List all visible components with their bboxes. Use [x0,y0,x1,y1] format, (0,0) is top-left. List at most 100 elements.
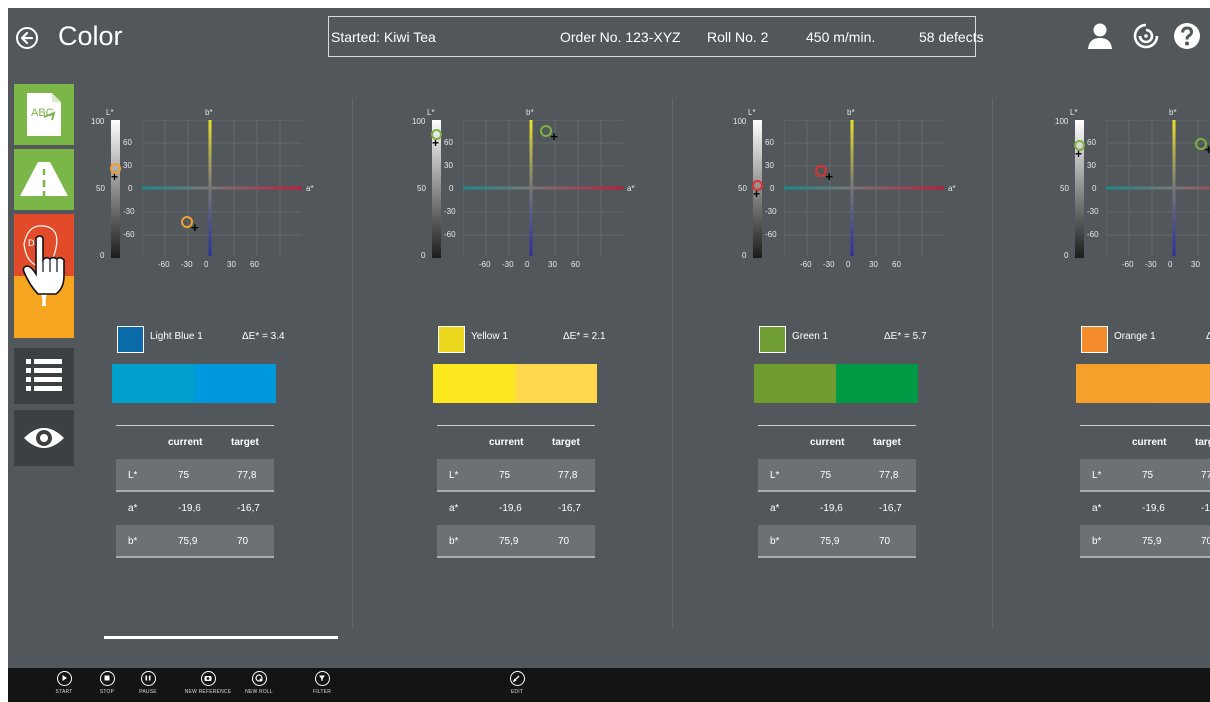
back-button[interactable] [16,27,38,49]
color-comparison-bar [112,364,276,403]
table-header: current target [437,426,595,459]
user-icon[interactable] [1086,22,1114,55]
sync-icon[interactable] [1132,22,1160,55]
current-value: 75,9 [499,536,519,547]
target-lightness-cross-icon: + [1075,146,1083,161]
target-cross-icon: + [825,169,833,185]
a-tick-label: 0 [204,260,209,269]
b-axis-label: b* [205,108,213,117]
target-cross-icon: + [550,129,558,145]
new-roll-button[interactable]: NEW ROLL [229,671,289,695]
a-tick-label: 30 [869,260,878,269]
a-tick-label: -30 [502,260,514,269]
b-tick-label: -60 [765,230,777,239]
ab-plot: a*-60-3003060+ [1105,119,1210,269]
edit-button[interactable]: EDIT [487,671,547,695]
a-axis-label: a* [627,184,635,193]
current-header: current [489,437,524,448]
b-scale: 60 30 0 -30 -60 [120,120,136,260]
a-tick-label: 30 [227,260,236,269]
l-axis-label: L* [106,108,114,117]
l-scale-mid: 50 [1060,184,1069,193]
help-icon[interactable] [1173,22,1201,55]
l-scale-bottom: 0 [1064,251,1069,260]
delta-e-value: ΔE* = 5.7 [884,331,927,342]
b-tick-label: 30 [444,161,453,170]
table-row: a* -19,6 -16,7 [116,492,274,525]
target-color-bar [194,364,276,403]
table-row: a* -19,6 -16,7 [1080,492,1210,525]
a-axis-label: a* [306,184,314,193]
target-value: 70 [237,536,249,547]
b-tick-label: 30 [765,161,774,170]
table-header: current target [116,426,274,459]
current-color-bar [754,364,836,403]
pause-button[interactable]: PAUSE [118,671,178,695]
table-header: current target [758,426,916,459]
color-name: Green 1 [792,331,829,342]
a-axis-label: a* [948,184,956,193]
target-value: 70 [1201,536,1210,547]
b-tick-label: -30 [123,207,135,216]
b-tick-label: -30 [1087,207,1099,216]
b-scale: 60 30 0 -30 -60 [441,120,457,260]
b-tick-label: -60 [123,230,135,239]
l-axis-label: L* [748,108,756,117]
target-header: target [1195,437,1210,448]
filter-button[interactable]: FILTER [292,671,352,695]
row-label: b* [449,536,459,547]
a-tick-label: -30 [823,260,835,269]
a-tick-label: -60 [479,260,491,269]
color-panel: L* 100 50 0 60300-30-60 b* a*-60-3003060… [329,108,649,668]
current-value: 75 [1142,470,1154,481]
header-icons [1080,22,1210,52]
a-tick-label: 30 [548,260,557,269]
a-tick-label: 0 [1168,260,1173,269]
roll-number: Roll No. 2 [707,29,769,45]
row-label: L* [770,470,780,481]
l-axis-label: L* [1070,108,1078,117]
pause-icon [140,671,156,686]
ab-plot: a*-60-3003060+ [141,119,314,269]
color-swatch [1081,326,1108,353]
horizontal-scroll-indicator[interactable] [104,636,338,639]
lab-values-table: current target L* 75 77,8 a* -19,6 -16,7… [116,425,274,558]
a-tick-label: -60 [158,260,170,269]
target-value: 77,8 [237,470,257,481]
target-color-bar [836,364,918,403]
row-label: a* [1092,503,1102,514]
target-value: 70 [879,536,891,547]
a-tick-label: 60 [892,260,901,269]
current-color-bar [433,364,515,403]
current-value: 75 [499,470,511,481]
l-scale-mid: 50 [738,184,747,193]
target-cross-icon: + [191,220,199,235]
target-header: target [231,437,259,448]
b-tick-label: 0 [128,184,133,193]
b-tick-label: 60 [1087,138,1096,147]
target-lightness-cross-icon: + [753,186,761,201]
target-value: -16,7 [1201,503,1210,514]
table-header: current target [1080,426,1210,459]
color-name: Orange 1 [1114,331,1156,342]
current-value: -19,6 [499,503,522,514]
l-axis-label: L* [427,108,435,117]
lab-values-table: current target L* 75 77,8 a* -19,6 -16,7… [758,425,916,558]
a-tick-label: 0 [525,260,530,269]
current-color-bar [112,364,194,403]
b-tick-label: 0 [1092,184,1097,193]
table-row: a* -19,6 -16,7 [758,492,916,525]
a-tick-label: 30 [1191,260,1200,269]
current-value: 75,9 [178,536,198,547]
b-tick-label: -30 [765,207,777,216]
b-tick-label: 30 [1087,161,1096,170]
color-swatch [117,326,144,353]
color-name: Yellow 1 [471,331,508,342]
target-header: target [873,437,901,448]
row-label: L* [1092,470,1102,481]
job-status-bar: Started: Kiwi Tea Order No. 123-XYZ Roll… [328,16,984,57]
delta-e-value: ΔE* = 5.7 [1206,331,1210,342]
target-value: 77,8 [879,470,899,481]
target-color-bar [1158,364,1210,403]
target-value: -16,7 [879,503,902,514]
